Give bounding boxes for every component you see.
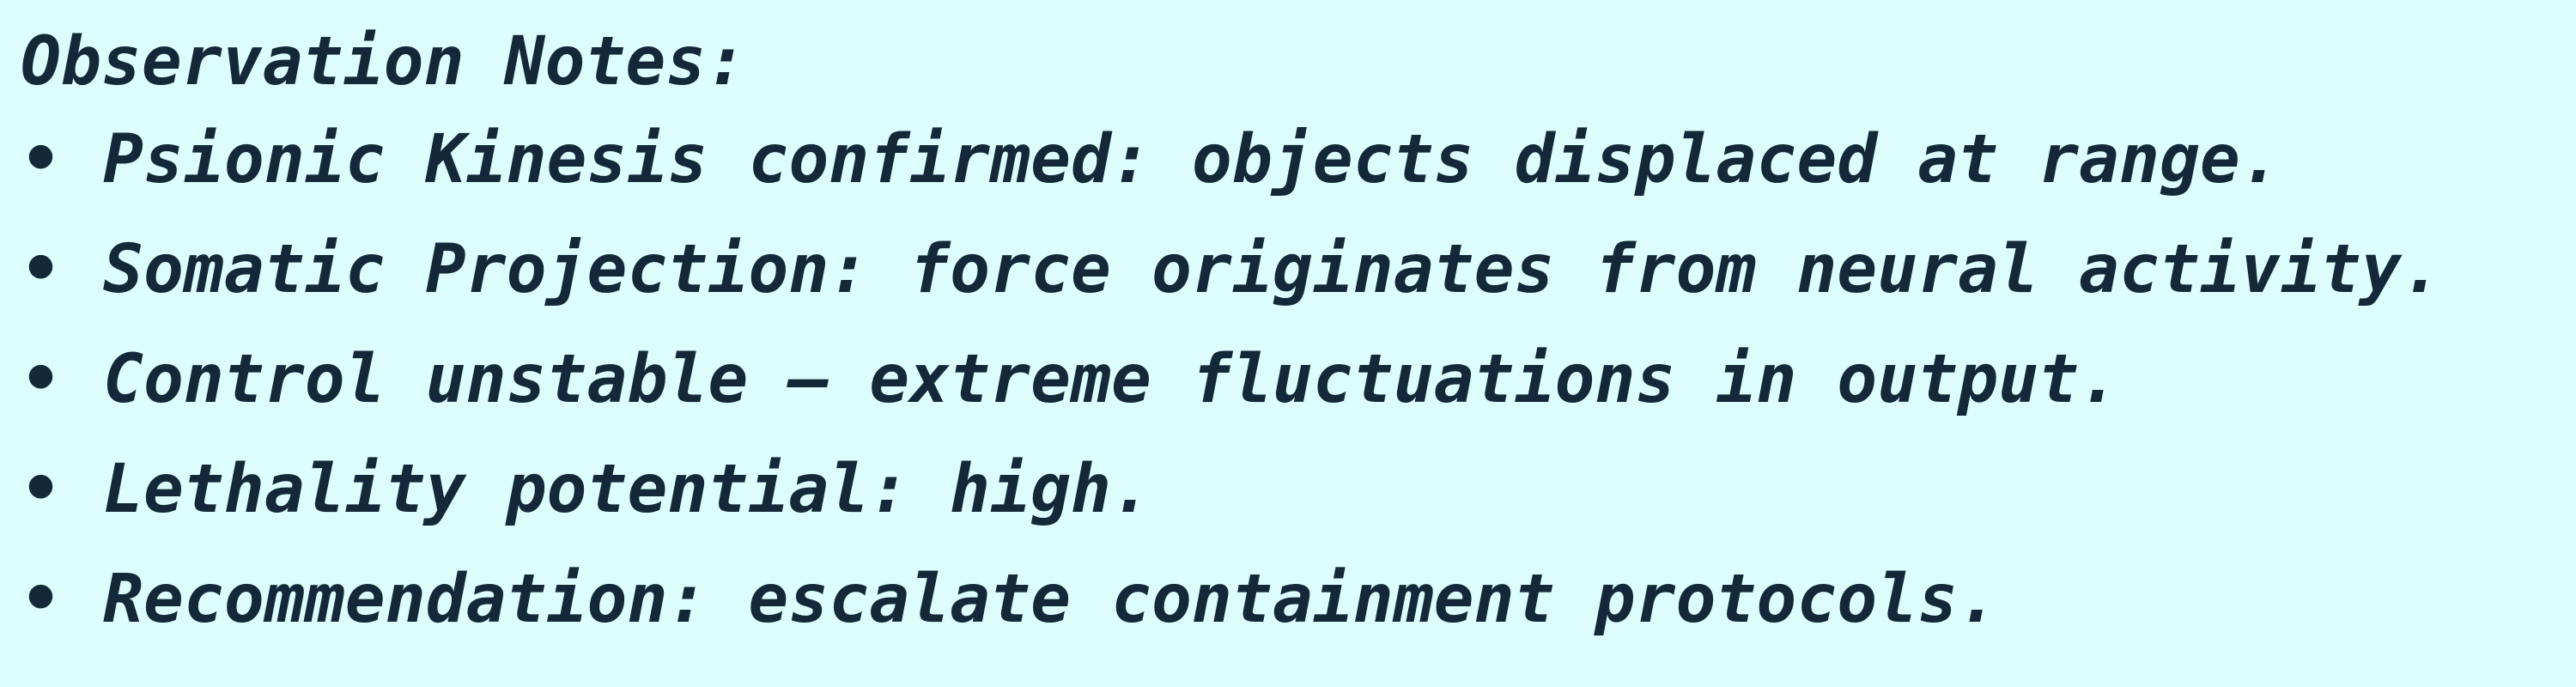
note-text: Psionic Kinesis confirmed: objects displ… (103, 121, 2281, 198)
note-item: • Somatic Projection: force originates f… (21, 215, 2562, 325)
note-text: Somatic Projection: force originates fro… (103, 231, 2442, 308)
note-text: Recommendation: escalate containment pro… (103, 561, 1999, 638)
bullet-icon: • (21, 231, 61, 308)
note-text: Control unstable — extreme fluctuations … (103, 341, 2119, 418)
bullet-icon: • (21, 451, 61, 528)
bullet-icon: • (21, 561, 61, 638)
bullet-icon: • (21, 121, 61, 198)
note-text: Lethality potential: high. (103, 451, 1151, 528)
note-item: • Lethality potential: high. (21, 435, 2562, 544)
note-item: • Psionic Kinesis confirmed: objects dis… (21, 105, 2562, 215)
note-item: • Control unstable — extreme fluctuation… (21, 325, 2562, 435)
bullet-icon: • (21, 341, 61, 418)
note-item: • Recommendation: escalate containment p… (21, 544, 2562, 654)
notes-title: Observation Notes: (21, 23, 747, 100)
observation-notes: Observation Notes: • Psionic Kinesis con… (21, 19, 2562, 654)
